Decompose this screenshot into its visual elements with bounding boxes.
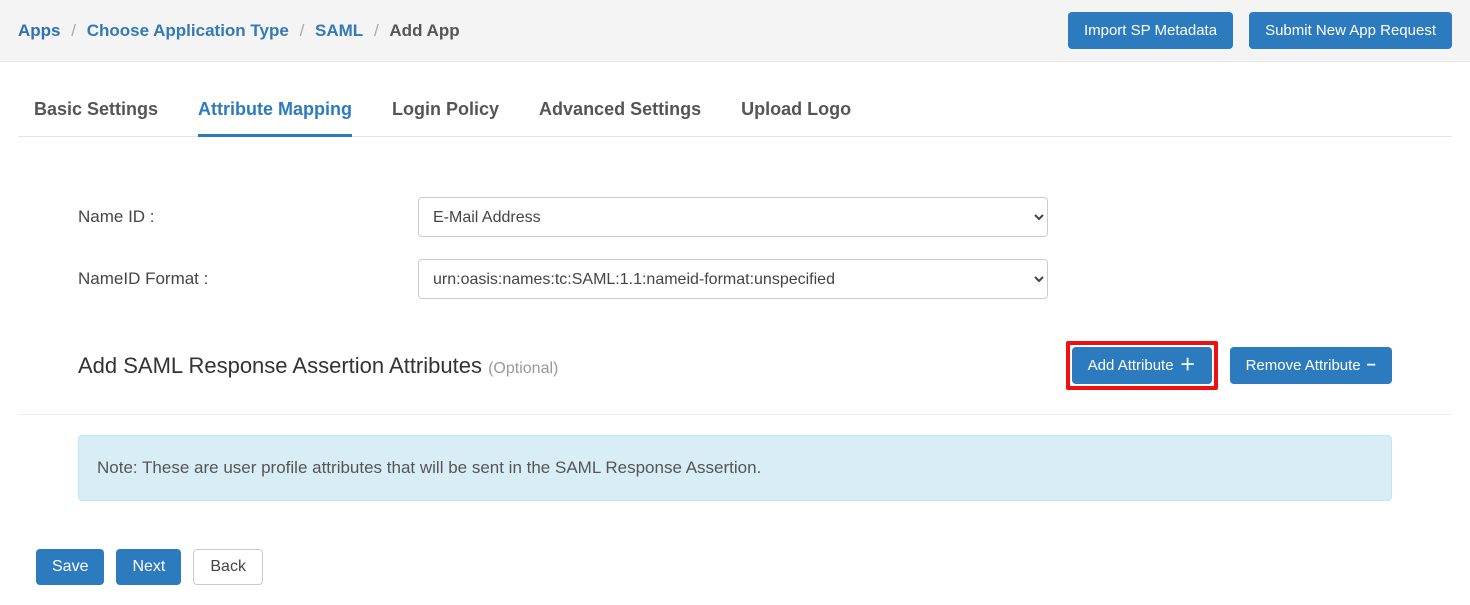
breadcrumb-separator: /: [294, 21, 311, 40]
breadcrumb-separator: /: [65, 21, 82, 40]
nameid-format-label: NameID Format :: [78, 269, 418, 289]
name-id-select[interactable]: E-Mail Address: [418, 197, 1048, 237]
breadcrumb-saml[interactable]: SAML: [315, 21, 363, 40]
tab-upload-logo[interactable]: Upload Logo: [741, 99, 851, 137]
tab-login-policy[interactable]: Login Policy: [392, 99, 499, 137]
add-attribute-button[interactable]: Add Attribute ＋: [1072, 347, 1212, 384]
tab-basic-settings[interactable]: Basic Settings: [34, 99, 158, 137]
tabs: Basic Settings Attribute Mapping Login P…: [18, 62, 1452, 137]
next-button[interactable]: Next: [116, 549, 181, 585]
save-button[interactable]: Save: [36, 549, 104, 585]
note-box: Note: These are user profile attributes …: [78, 435, 1392, 501]
breadcrumb-choose-type[interactable]: Choose Application Type: [87, 21, 289, 40]
name-id-label: Name ID :: [78, 207, 418, 227]
minus-icon: −: [1367, 358, 1376, 374]
back-button[interactable]: Back: [193, 549, 263, 585]
nameid-format-select[interactable]: urn:oasis:names:tc:SAML:1.1:nameid-forma…: [418, 259, 1048, 299]
remove-attribute-button[interactable]: Remove Attribute −: [1230, 347, 1392, 384]
breadcrumb: Apps / Choose Application Type / SAML / …: [18, 21, 460, 41]
tab-advanced-settings[interactable]: Advanced Settings: [539, 99, 701, 137]
import-sp-metadata-button[interactable]: Import SP Metadata: [1068, 12, 1233, 49]
submit-new-app-request-button[interactable]: Submit New App Request: [1249, 12, 1452, 49]
breadcrumb-apps[interactable]: Apps: [18, 21, 61, 40]
add-attribute-highlight: Add Attribute ＋: [1066, 341, 1218, 390]
section-title: Add SAML Response Assertion Attributes (…: [78, 353, 558, 379]
plus-icon: ＋: [1180, 358, 1196, 374]
breadcrumb-separator: /: [368, 21, 385, 40]
tab-attribute-mapping[interactable]: Attribute Mapping: [198, 99, 352, 137]
breadcrumb-current: Add App: [389, 21, 459, 40]
